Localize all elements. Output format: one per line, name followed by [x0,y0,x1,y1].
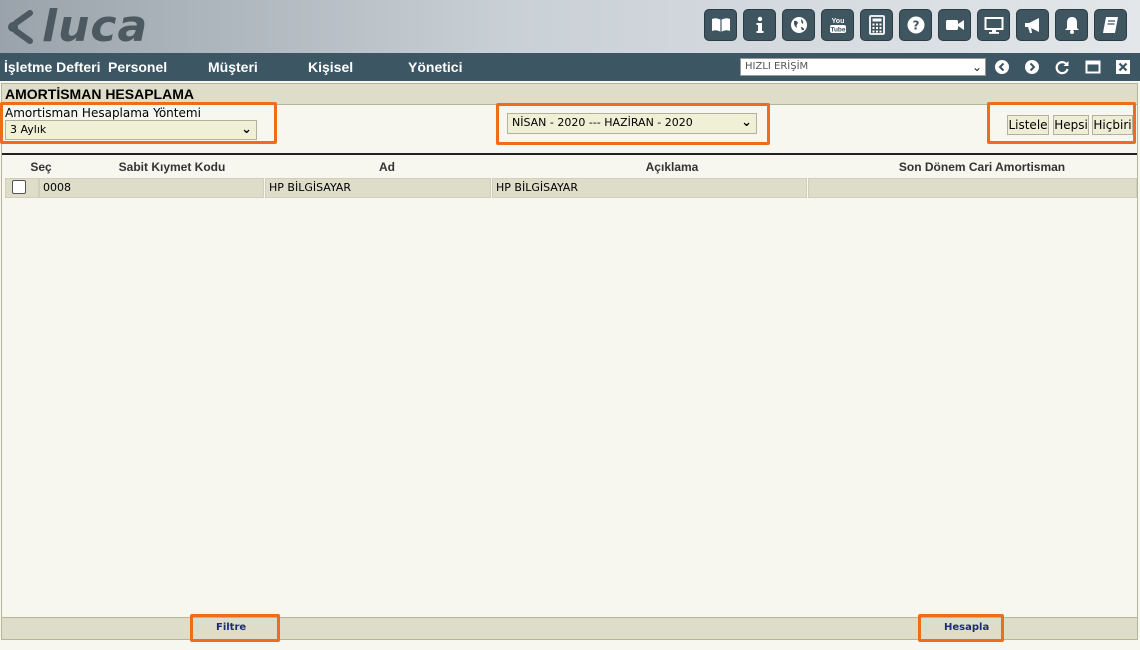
select-none-button[interactable]: Hiçbiri [1092,115,1133,135]
row-name-cell: HP BİLGİSAYAR [265,178,491,198]
luca-logo[interactable]: luca [4,4,148,50]
row-description-cell: HP BİLGİSAYAR [492,178,807,198]
chevron-down-icon: ⌄ [241,122,252,137]
forward-icon[interactable] [1024,59,1040,75]
bell-icon[interactable] [1055,9,1088,41]
megaphone-icon[interactable] [1016,9,1049,41]
svg-text:You: You [831,18,844,25]
header-bar: luca You Tube ? [0,0,1140,53]
list-button[interactable]: Listele [1007,115,1049,135]
refresh-icon[interactable] [1054,59,1070,75]
header-separator [2,153,1137,155]
calculate-button[interactable]: Hesapla [944,622,989,633]
youtube-icon[interactable]: You Tube [821,9,854,41]
info-icon[interactable] [743,9,776,41]
help-icon[interactable]: ? [899,9,932,41]
nav-item-personel[interactable]: Personel [108,53,167,81]
row-code-cell: 0008 [39,178,264,198]
period-value: NİSAN - 2020 --- HAZİRAN - 2020 [512,116,693,129]
monitor-icon[interactable] [977,9,1010,41]
col-header-select[interactable]: Seç [22,159,60,175]
maximize-icon[interactable] [1085,59,1101,75]
filter-button[interactable]: Filtre [216,622,246,633]
globe-icon[interactable] [782,9,815,41]
logo-text: luca [42,1,149,52]
logo-mark-icon [8,10,33,44]
row-amortization-cell[interactable] [808,178,1137,198]
panel-title: AMORTİSMAN HESAPLAMA [2,84,1137,105]
svg-text:?: ? [912,19,919,33]
amortization-panel: AMORTİSMAN HESAPLAMA Amortisman Hesaplam… [1,83,1138,640]
row-checkbox[interactable] [12,180,26,194]
method-value: 3 Aylık [10,123,47,136]
panel-footer: Filtre Hesapla [2,617,1137,639]
nav-item-kisisel[interactable]: Kişisel [308,53,353,81]
calculator-icon[interactable] [860,9,893,41]
method-select[interactable]: 3 Aylık ⌄ [5,120,257,140]
select-all-button[interactable]: Hepsi [1053,115,1089,135]
col-header-amortization[interactable]: Son Dönem Cari Amortisman [862,159,1102,175]
chevron-down-icon: ⌄ [741,115,752,130]
quick-access-value: HIZLI ERİŞİM [745,61,809,72]
svg-text:Tube: Tube [830,27,845,34]
chevron-down-icon: ⌄ [971,60,982,74]
col-header-description[interactable]: Açıklama [612,159,732,175]
close-icon[interactable] [1115,59,1131,75]
method-label: Amortisman Hesaplama Yöntemi [5,106,201,120]
back-icon[interactable] [994,59,1010,75]
video-camera-icon[interactable] [938,9,971,41]
col-header-name[interactable]: Ad [337,159,437,175]
notebook-icon[interactable] [1094,9,1127,41]
nav-item-isletme-defteri[interactable]: İşletme Defteri [4,53,100,81]
period-select[interactable]: NİSAN - 2020 --- HAZİRAN - 2020 ⌄ [507,113,757,134]
col-header-code[interactable]: Sabit Kıymet Kodu [102,159,242,175]
book-open-icon[interactable] [704,9,737,41]
nav-item-yonetici[interactable]: Yönetici [408,53,462,81]
quick-access-select[interactable]: HIZLI ERİŞİM ⌄ [740,58,986,76]
nav-item-musteri[interactable]: Müşteri [208,53,258,81]
